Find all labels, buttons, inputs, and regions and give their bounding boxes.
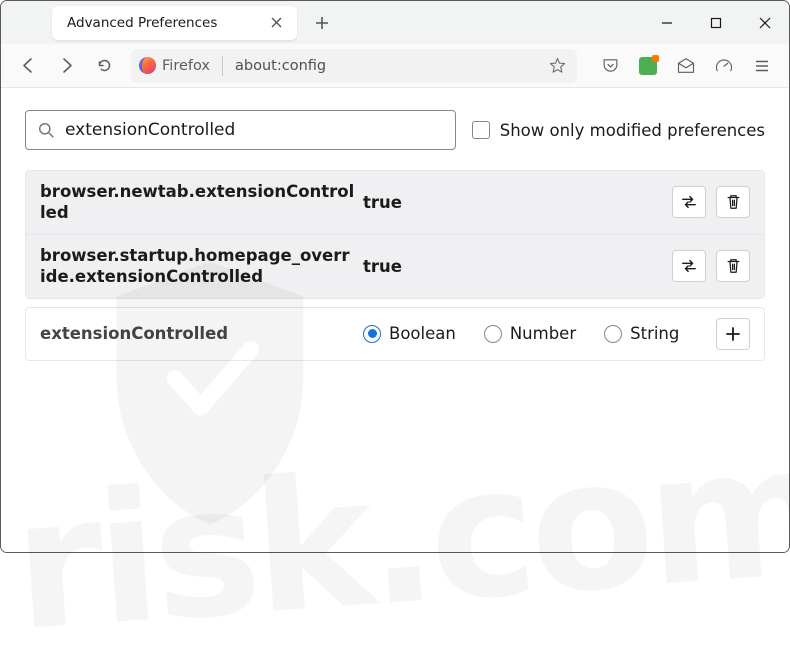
pref-row: browser.newtab.extensionControlled true [26,171,764,234]
content-area: Show only modified preferences browser.n… [1,88,789,552]
radio-icon [363,325,381,343]
radio-label: Number [510,324,576,343]
pref-name: browser.startup.homepage_override.extens… [40,245,355,288]
toolbar-right [593,49,779,83]
titlebar: Advanced Preferences [1,1,789,44]
pocket-icon[interactable] [593,49,627,83]
new-pref-row: extensionControlled Boolean Number Strin… [25,307,765,361]
tab-strip: Advanced Preferences [1,1,337,44]
radio-boolean[interactable]: Boolean [363,324,456,343]
nav-toolbar: Firefox about:config [1,44,789,88]
close-window-button[interactable] [740,1,789,44]
pref-value: true [363,257,664,276]
new-pref-name: extensionControlled [40,323,355,344]
pref-row: browser.startup.homepage_override.extens… [26,234,764,298]
search-box[interactable] [25,110,456,150]
forward-button[interactable] [49,49,83,83]
pref-name: browser.newtab.extensionControlled [40,181,355,224]
titlebar-spacer [337,1,642,44]
checkbox-icon [472,121,490,139]
reload-button[interactable] [87,49,121,83]
pref-value: true [363,193,664,212]
radio-number[interactable]: Number [484,324,576,343]
type-radio-group: Boolean Number String [363,324,708,343]
toggle-button[interactable] [672,186,706,218]
radio-label: String [630,324,679,343]
bookmark-star-icon[interactable] [545,54,569,78]
toggle-button[interactable] [672,250,706,282]
browser-window: Advanced Preferences [0,0,790,553]
back-button[interactable] [11,49,45,83]
url-bar[interactable]: Firefox about:config [131,49,577,83]
radio-label: Boolean [389,324,456,343]
extension-icon[interactable] [631,49,665,83]
search-row: Show only modified preferences [25,110,765,150]
show-modified-label: Show only modified preferences [500,121,765,140]
window-controls [642,1,789,44]
radio-string[interactable]: String [604,324,679,343]
radio-icon [604,325,622,343]
pref-actions [672,186,750,218]
maximize-button[interactable] [691,1,740,44]
tab-active[interactable]: Advanced Preferences [52,6,297,40]
show-modified-checkbox[interactable]: Show only modified preferences [472,121,765,140]
radio-icon [484,325,502,343]
urlbar-separator [222,56,223,76]
identity-label: Firefox [162,58,210,74]
prefs-table: browser.newtab.extensionControlled true … [25,170,765,299]
firefox-logo-icon [139,57,156,74]
add-button[interactable] [716,318,750,350]
app-menu-icon[interactable] [745,49,779,83]
new-tab-button[interactable] [307,8,337,38]
url-text: about:config [235,58,539,74]
delete-button[interactable] [716,186,750,218]
minimize-button[interactable] [642,1,691,44]
close-tab-icon[interactable] [265,12,287,34]
tab-title: Advanced Preferences [67,15,257,31]
inbox-icon[interactable] [669,49,703,83]
delete-button[interactable] [716,250,750,282]
search-icon [38,122,55,139]
search-input[interactable] [65,120,443,140]
pref-actions [716,318,750,350]
dashboard-icon[interactable] [707,49,741,83]
pref-actions [672,250,750,282]
